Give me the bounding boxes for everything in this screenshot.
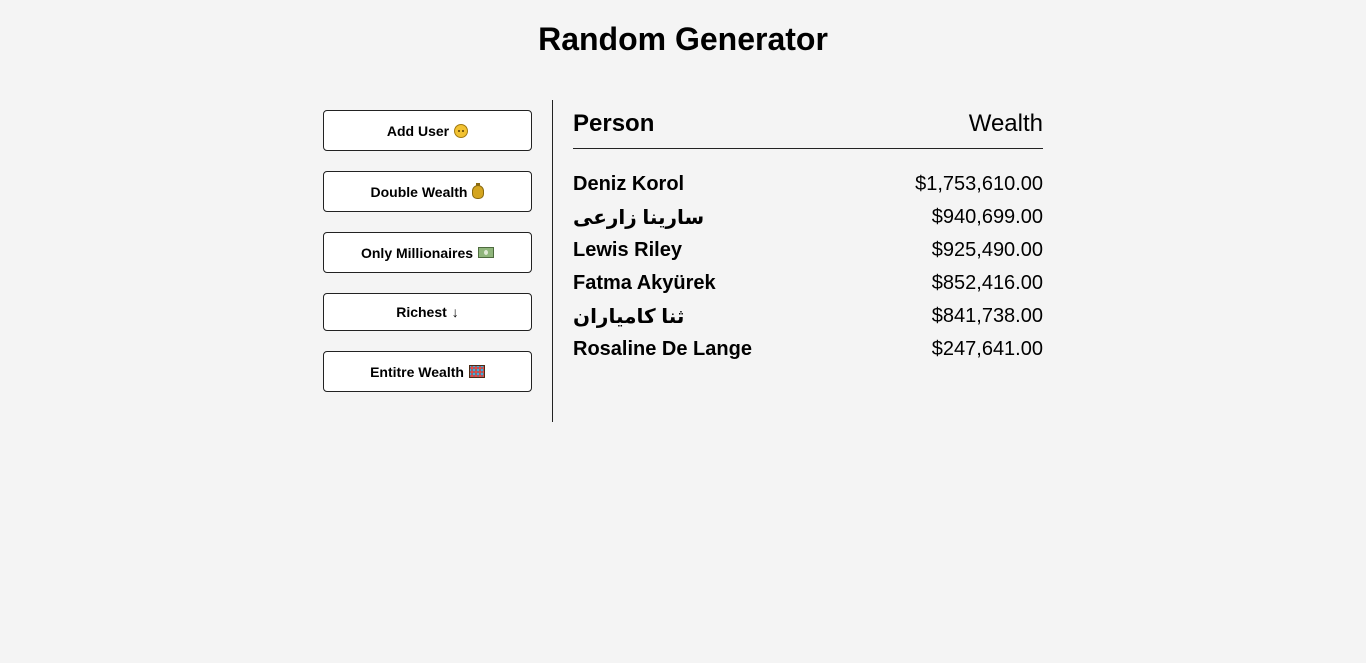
table-row: Deniz Korol $1,753,610.00 xyxy=(573,168,1043,201)
person-name: Rosaline De Lange xyxy=(573,338,752,360)
dollar-bill-icon xyxy=(478,247,495,258)
table-row: Fatma Akyürek $852,416.00 xyxy=(573,267,1043,300)
entire-wealth-button[interactable]: Entitre Wealth xyxy=(323,351,532,392)
richest-button[interactable]: Richest ↓ xyxy=(323,293,532,331)
vertical-divider xyxy=(552,100,553,422)
double-wealth-label: Double Wealth xyxy=(370,183,468,200)
face-icon xyxy=(454,123,469,138)
entire-wealth-label: Entitre Wealth xyxy=(370,363,464,380)
page-title: Random Generator xyxy=(538,21,828,57)
person-wealth: $247,641.00 xyxy=(931,338,1043,360)
add-user-label: Add User xyxy=(386,122,450,139)
person-name: Fatma Akyürek xyxy=(573,272,716,294)
add-user-button[interactable]: Add User xyxy=(323,110,532,151)
table-header: Person Wealth xyxy=(573,108,1043,149)
table-row: Rosaline De Lange $247,641.00 xyxy=(573,333,1043,366)
table-row: ثنا کامیاران $841,738.00 xyxy=(573,300,1043,333)
person-name: سارينا زارعی xyxy=(573,207,705,229)
abacus-icon xyxy=(468,365,485,378)
table-row: Lewis Riley $925,490.00 xyxy=(573,234,1043,267)
only-millionaires-label: Only Millionaires xyxy=(360,244,474,261)
header-person: Person xyxy=(573,110,655,137)
only-millionaires-button[interactable]: Only Millionaires xyxy=(323,232,532,273)
money-bag-icon xyxy=(472,182,485,199)
person-name: Lewis Riley xyxy=(573,239,682,261)
person-wealth: $925,490.00 xyxy=(931,239,1043,261)
person-wealth: $841,738.00 xyxy=(931,305,1043,327)
person-name: Deniz Korol xyxy=(573,173,685,195)
wealth-table: Person Wealth Deniz Korol $1,753,610.00 … xyxy=(573,108,1043,366)
person-wealth: $940,699.00 xyxy=(931,206,1043,228)
person-name: ثنا کامیاران xyxy=(573,306,685,328)
header-wealth: Wealth xyxy=(968,110,1043,137)
double-wealth-button[interactable]: Double Wealth xyxy=(323,171,532,212)
table-body: Deniz Korol $1,753,610.00 سارينا زارعی $… xyxy=(573,168,1043,366)
person-wealth: $1,753,610.00 xyxy=(915,173,1043,195)
table-row: سارينا زارعی $940,699.00 xyxy=(573,201,1043,234)
richest-label: Richest xyxy=(396,304,447,320)
person-wealth: $852,416.00 xyxy=(931,272,1043,294)
down-arrow-icon: ↓ xyxy=(451,304,459,320)
